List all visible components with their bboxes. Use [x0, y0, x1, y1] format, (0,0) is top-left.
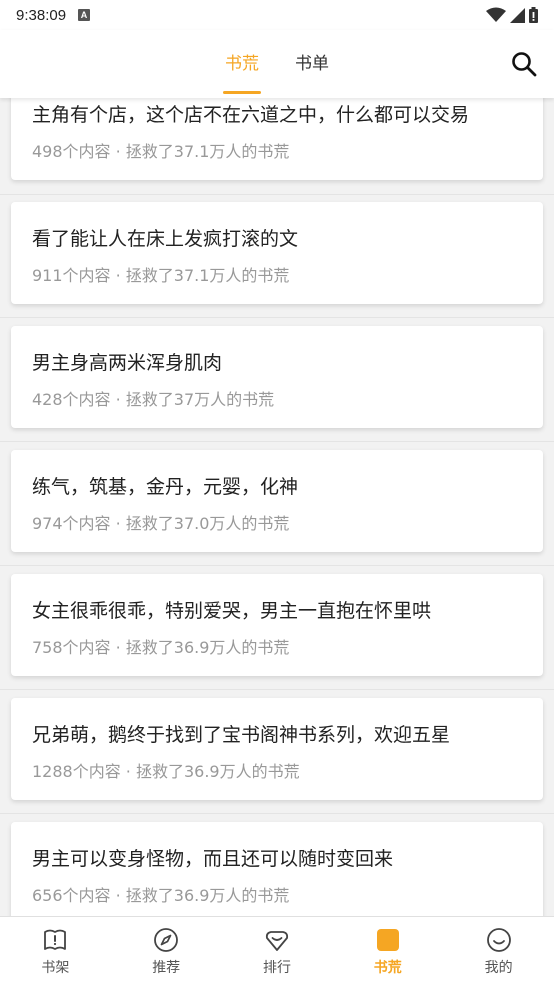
- card-meta: 428个内容 · 拯救了37万人的书荒: [32, 390, 275, 409]
- search-button[interactable]: [510, 50, 538, 78]
- nav-ranking[interactable]: 排行: [222, 917, 333, 984]
- compass-icon: [154, 928, 179, 952]
- divider: [0, 317, 554, 318]
- nav-label: 推荐: [152, 960, 181, 976]
- signal-icon: [510, 7, 525, 23]
- nav-label: 我的: [484, 960, 513, 976]
- divider: [0, 689, 554, 690]
- divider: [0, 194, 554, 195]
- card-title: 练气，筑基，金丹，元婴，化神: [32, 476, 299, 498]
- list-card[interactable]: 练气，筑基，金丹，元婴，化神 974个内容 · 拯救了37.0万人的书荒: [11, 450, 543, 552]
- bottom-nav: 书架 推荐 排行 书荒 我的: [0, 916, 554, 984]
- status-time: 9:38:09: [16, 6, 67, 24]
- nav-book-shortage[interactable]: 书荒: [332, 917, 443, 984]
- nav-bookshelf[interactable]: 书架: [0, 917, 111, 984]
- list-card[interactable]: 男主身高两米浑身肌肉 428个内容 · 拯救了37万人的书荒: [11, 326, 543, 428]
- nav-recommend[interactable]: 推荐: [111, 917, 222, 984]
- top-tabs: 书荒 书单: [0, 30, 554, 98]
- book-shortage-icon: [376, 929, 399, 951]
- list-card[interactable]: 兄弟萌，鹅终于找到了宝书阁神书系列，欢迎五星 1288个内容 · 拯救了36.9…: [11, 698, 543, 800]
- divider: [0, 441, 554, 442]
- card-meta: 758个内容 · 拯救了36.9万人的书荒: [32, 638, 290, 657]
- app-screen: 9:38:09 A 书荒 书单 主角有个店，这个店不在六道之中，什么都可以交易 …: [0, 0, 554, 984]
- list-card[interactable]: 女主很乖很乖，特别爱哭，男主一直抱在怀里哄 758个内容 · 拯救了36.9万人…: [11, 574, 543, 676]
- nav-label: 书荒: [373, 960, 402, 976]
- wifi-icon: [486, 7, 506, 22]
- ranking-icon: [265, 931, 289, 951]
- card-meta: 656个内容 · 拯救了36.9万人的书荒: [32, 886, 290, 905]
- list-card[interactable]: 男主可以变身怪物，而且还可以随时变回来 656个内容 · 拯救了36.9万人的书…: [11, 822, 543, 924]
- card-title: 男主身高两米浑身肌肉: [32, 352, 223, 374]
- bookshelf-icon: [44, 929, 67, 950]
- card-meta: 974个内容 · 拯救了37.0万人的书荒: [32, 514, 290, 533]
- card-title: 男主可以变身怪物，而且还可以随时变回来: [32, 848, 394, 870]
- nav-label: 书架: [41, 960, 70, 976]
- battery-icon: [529, 7, 538, 23]
- nav-profile[interactable]: 我的: [443, 917, 554, 984]
- tab-book-shortage[interactable]: 书荒: [223, 30, 261, 98]
- divider: [0, 565, 554, 566]
- card-meta: 1288个内容 · 拯救了36.9万人的书荒: [32, 762, 300, 781]
- status-bar: 9:38:09 A: [0, 0, 554, 30]
- card-title: 女主很乖很乖，特别爱哭，男主一直抱在怀里哄: [32, 600, 432, 622]
- tab-book-list[interactable]: 书单: [293, 30, 331, 98]
- nav-label: 排行: [262, 960, 291, 976]
- list-card[interactable]: 看了能让人在床上发疯打滚的文 911个内容 · 拯救了37.1万人的书荒: [11, 202, 543, 304]
- card-title: 兄弟萌，鹅终于找到了宝书阁神书系列，欢迎五星: [32, 724, 451, 746]
- profile-icon: [486, 928, 511, 952]
- card-meta: 911个内容 · 拯救了37.1万人的书荒: [32, 266, 290, 285]
- card-title: 看了能让人在床上发疯打滚的文: [32, 228, 299, 250]
- top-header: 书荒 书单: [0, 30, 554, 98]
- notification-a-icon: A: [78, 9, 91, 21]
- divider: [0, 813, 554, 814]
- card-title: 主角有个店，这个店不在六道之中，什么都可以交易: [32, 104, 470, 126]
- search-icon: [512, 52, 537, 77]
- status-indicators: [486, 7, 538, 23]
- card-meta: 498个内容 · 拯救了37.1万人的书荒: [32, 142, 290, 161]
